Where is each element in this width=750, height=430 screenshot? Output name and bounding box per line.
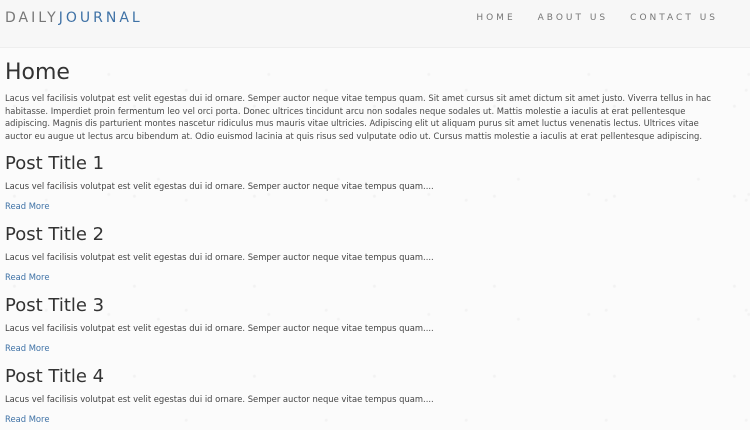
- brand-journal: JOURNAL: [58, 10, 143, 26]
- post-title-3[interactable]: Post Title 3: [5, 294, 715, 318]
- post-excerpt-3: Lacus vel facilisis volutpat est velit e…: [5, 323, 434, 333]
- read-more-link-4[interactable]: Read More: [5, 413, 49, 425]
- post-list: Post Title 1 Lacus vel facilisis volutpa…: [5, 152, 715, 430]
- page-title: Home: [5, 60, 70, 85]
- post-title-4[interactable]: Post Title 4: [5, 365, 715, 389]
- post-excerpt-1: Lacus vel facilisis volutpat est velit e…: [5, 181, 434, 191]
- post-title-2[interactable]: Post Title 2: [5, 223, 715, 247]
- post-item-2: Post Title 2 Lacus vel facilisis volutpa…: [5, 223, 715, 294]
- nav-about-us[interactable]: ABOUT US: [538, 12, 609, 24]
- brand-daily: DAILY: [5, 10, 59, 26]
- page-intro: Lacus vel facilisis volutpat est velit e…: [5, 93, 711, 141]
- nav-home[interactable]: HOME: [476, 12, 515, 24]
- top-navbar: DAILYJOURNAL HOME ABOUT US CONTACT US: [0, 0, 750, 48]
- nav-contact-us[interactable]: CONTACT US: [630, 12, 718, 24]
- post-title-1[interactable]: Post Title 1: [5, 152, 715, 176]
- read-more-link-2[interactable]: Read More: [5, 271, 49, 283]
- post-item-4: Post Title 4 Lacus vel facilisis volutpa…: [5, 365, 715, 430]
- read-more-link-1[interactable]: Read More: [5, 200, 49, 212]
- post-excerpt-2: Lacus vel facilisis volutpat est velit e…: [5, 252, 434, 262]
- post-item-3: Post Title 3 Lacus vel facilisis volutpa…: [5, 294, 715, 365]
- post-item-1: Post Title 1 Lacus vel facilisis volutpa…: [5, 152, 715, 223]
- nav-links: HOME ABOUT US CONTACT US: [476, 12, 718, 24]
- post-excerpt-4: Lacus vel facilisis volutpat est velit e…: [5, 394, 434, 404]
- main-content: Home Lacus vel facilisis volutpat est ve…: [5, 60, 715, 430]
- read-more-link-3[interactable]: Read More: [5, 342, 49, 354]
- brand-logo[interactable]: DAILYJOURNAL: [5, 11, 143, 25]
